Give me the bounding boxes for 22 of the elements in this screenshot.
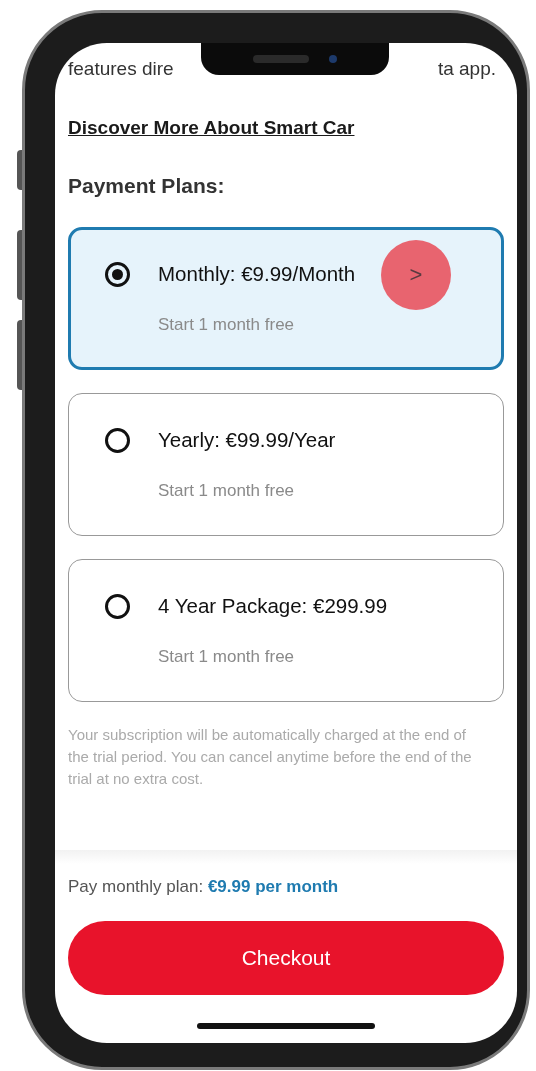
section-title: Payment Plans: bbox=[68, 173, 226, 199]
camera-icon bbox=[329, 55, 337, 63]
intro-text: ta app. bbox=[437, 57, 496, 81]
plan-subtitle: Start 1 month free bbox=[157, 645, 296, 668]
plan-summary: Pay monthly plan: €9.99 per month bbox=[68, 875, 340, 898]
plan-card[interactable]: 4 Year Package: €299.99 Start 1 month free bbox=[68, 558, 504, 702]
disclaimer-text: Your subscription will be automatically charged at the end of the trial period. You can cancel anytime before the end of the trial at no extra cost. bbox=[68, 724, 473, 789]
radio-button[interactable] bbox=[105, 427, 130, 453]
checkout-button[interactable]: Checkout bbox=[68, 921, 504, 995]
plan-title: 4 Year Package: €299.99 bbox=[158, 592, 388, 619]
discover-link[interactable]: Discover More About Smart Car bbox=[68, 113, 355, 142]
plan-title: Monthly: €9.99/Month bbox=[158, 260, 356, 287]
plan-card[interactable]: Monthly: €9.99/Month Start 1 month free > bbox=[68, 226, 504, 370]
speaker-grille bbox=[253, 55, 309, 63]
plan-subtitle: Start 1 month free bbox=[157, 313, 296, 336]
intro-text: features dire bbox=[68, 57, 174, 81]
radio-button[interactable] bbox=[105, 261, 130, 287]
tap-indicator: > bbox=[381, 239, 451, 310]
plan-title: Yearly: €99.99/Year bbox=[158, 426, 336, 453]
radio-button[interactable] bbox=[105, 593, 130, 619]
plan-subtitle: Start 1 month free bbox=[157, 479, 296, 502]
plan-card[interactable]: Yearly: €99.99/Year Start 1 month free bbox=[68, 392, 504, 536]
